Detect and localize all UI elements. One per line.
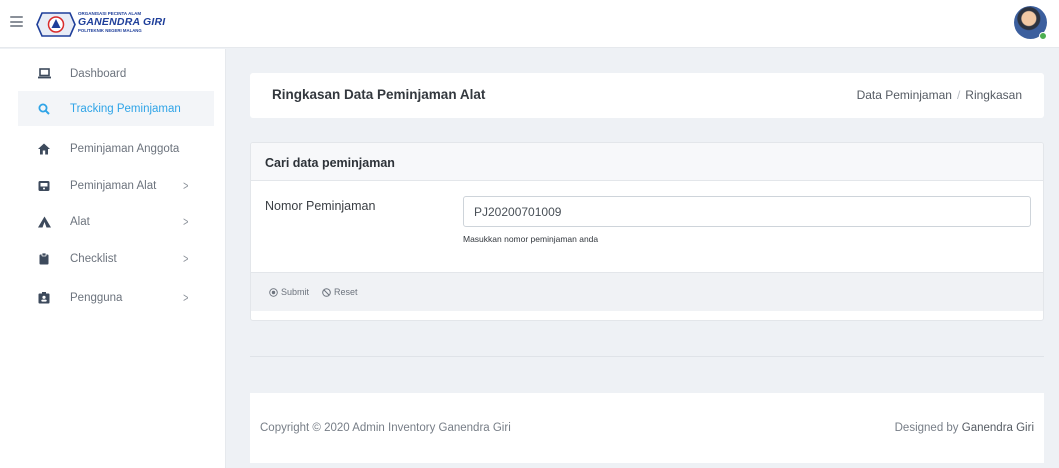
brand-text: ORGANISASI PECINTA ALAM GANENDRA GIRI PO… [78, 11, 170, 38]
designed-by: Designed by Ganendra Giri [895, 422, 1034, 434]
nomor-peminjaman-input[interactable] [463, 196, 1031, 227]
chevron-right-icon: > [183, 178, 189, 193]
breadcrumb-item-data-peminjaman[interactable]: Data Peminjaman [857, 88, 952, 102]
submit-button[interactable]: Submit [269, 287, 309, 297]
footer: Copyright © 2020 Admin Inventory Ganendr… [250, 393, 1044, 463]
brand-name: GANENDRA GIRI [78, 16, 166, 28]
brand-institution: POLITEKNIK NEGERI MALANG [78, 28, 142, 33]
chevron-right-icon: > [183, 214, 189, 229]
top-bar: ORGANISASI PECINTA ALAM GANENDRA GIRI PO… [0, 0, 1059, 48]
copyright-text: Copyright © 2020 Admin Inventory Ganendr… [260, 422, 511, 434]
reset-button[interactable]: Reset [322, 287, 358, 297]
form-card-title: Cari data peminjaman [251, 143, 1043, 181]
designed-by-link[interactable]: Ganendra Giri [962, 422, 1034, 434]
dot-circle-icon [269, 287, 278, 297]
sidebar-item-label: Pengguna [70, 291, 123, 304]
breadcrumb-item-ringkasan: Ringkasan [965, 88, 1022, 102]
breadcrumb-separator: / [956, 88, 961, 102]
online-status-dot [1039, 32, 1047, 40]
sidebar: Dashboard Tracking Peminjaman Peminjaman… [0, 49, 226, 468]
brand-emblem-icon [36, 12, 76, 37]
tent-icon [18, 216, 70, 228]
hamburger-menu-icon[interactable] [10, 16, 23, 27]
page-title: Ringkasan Data Peminjaman Alat [272, 87, 486, 102]
sidebar-item-tracking-peminjaman[interactable]: Tracking Peminjaman [18, 91, 214, 126]
sidebar-item-checklist[interactable]: Checklist > [18, 241, 214, 276]
form-actions: Submit Reset [251, 272, 1043, 311]
page-header: Ringkasan Data Peminjaman Alat Data Pemi… [250, 73, 1044, 118]
search-icon [18, 103, 70, 115]
breadcrumb: Data Peminjaman / Ringkasan [857, 88, 1022, 102]
search-form-card: Cari data peminjaman Nomor Peminjaman Ma… [250, 142, 1044, 321]
nomor-peminjaman-help-text: Masukkan nomor peminjaman anda [463, 234, 599, 244]
sidebar-item-peminjaman-anggota[interactable]: Peminjaman Anggota [18, 131, 214, 166]
sidebar-item-dashboard[interactable]: Dashboard [18, 56, 214, 91]
clipboard-icon [18, 252, 70, 265]
sidebar-item-label: Alat [70, 215, 90, 228]
sidebar-item-label: Peminjaman Anggota [70, 142, 180, 155]
id-card-icon [18, 291, 70, 304]
sidebar-item-label: Checklist [70, 252, 117, 265]
sidebar-item-pengguna[interactable]: Pengguna > [18, 280, 214, 315]
content-divider [250, 356, 1044, 357]
submit-label: Submit [281, 287, 310, 297]
ban-icon [322, 287, 331, 297]
inbox-icon [18, 180, 70, 192]
designed-by-prefix: Designed by [894, 422, 959, 434]
sidebar-item-label: Dashboard [70, 67, 127, 80]
sidebar-item-alat[interactable]: Alat > [18, 204, 214, 239]
nomor-peminjaman-label: Nomor Peminjaman [265, 199, 376, 213]
chevron-right-icon: > [183, 251, 189, 266]
laptop-icon [18, 68, 70, 79]
brand-logo[interactable]: ORGANISASI PECINTA ALAM GANENDRA GIRI PO… [36, 11, 170, 38]
sidebar-item-label: Tracking Peminjaman [70, 102, 181, 115]
home-icon [18, 143, 70, 155]
sidebar-item-label: Peminjaman Alat [70, 179, 157, 192]
reset-label: Reset [334, 287, 358, 297]
chevron-right-icon: > [183, 290, 189, 305]
sidebar-item-peminjaman-alat[interactable]: Peminjaman Alat > [18, 168, 214, 203]
